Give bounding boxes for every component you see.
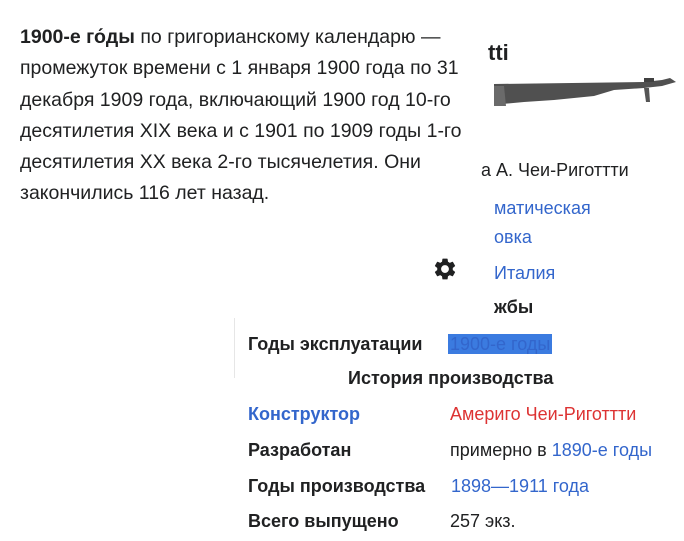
weapon-type-link-part2[interactable]: овка — [494, 227, 532, 248]
wiki-page: tti а А. Чеи-Риготтти матическая овка Ит… — [0, 0, 684, 541]
designer-link[interactable]: Америго Чеи-Риготтти — [450, 404, 636, 424]
popup-description: по григорианскому календарю — промежуток… — [20, 26, 462, 205]
image-caption: а А. Чеи-Риготтти — [481, 160, 629, 180]
exploitation-years-link[interactable]: 1900-е годы — [448, 334, 553, 354]
popup-term: 1900-е го́ды — [20, 26, 135, 48]
infobox-title: tti — [488, 40, 509, 65]
total-value: 257 экз. — [450, 511, 516, 531]
developed-prefix: примерно в — [450, 440, 552, 460]
production-end-link[interactable]: 1911 года — [509, 476, 589, 496]
country-link[interactable]: Италия — [494, 263, 555, 284]
link-preview-popup[interactable]: 1900-е го́ды по григорианскому календарю… — [0, 0, 474, 262]
production-history-header: История производства — [348, 368, 554, 388]
row-label-developed: Разработан — [248, 440, 352, 460]
rifle-image — [494, 78, 676, 106]
developed-decade-link[interactable]: 1890-е годы — [552, 440, 652, 460]
weapon-type-link-part1[interactable]: матическая — [494, 198, 591, 219]
row-label-total: Всего выпущено — [248, 511, 399, 531]
row-label-production: Годы производства — [248, 476, 426, 496]
production-start-link[interactable]: 1898 — [451, 476, 491, 496]
popup-extract[interactable]: 1900-е го́ды по григорианскому календарю… — [20, 22, 468, 210]
infobox-border — [234, 318, 235, 378]
row-label-exploitation: Годы эксплуатации — [248, 334, 423, 354]
production-dash: — — [491, 476, 510, 496]
designer-label-link[interactable]: Конструктор — [248, 404, 360, 425]
service-history-header: жбы — [494, 297, 534, 317]
gear-icon[interactable] — [432, 256, 458, 282]
